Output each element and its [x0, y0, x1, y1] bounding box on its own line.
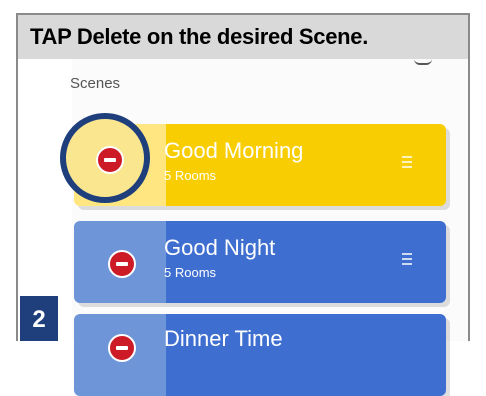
instruction-text: TAP Delete on the desired Scene. — [30, 24, 369, 49]
delete-icon[interactable] — [108, 250, 136, 278]
scene-name: Dinner Time — [164, 326, 283, 351]
scene-card-good-night[interactable]: Good Night 5 Rooms — [74, 221, 446, 303]
scene-name: Good Night — [164, 235, 276, 260]
step-number: 2 — [32, 306, 46, 333]
delete-icon[interactable] — [96, 146, 124, 174]
instruction-header: TAP Delete on the desired Scene. — [18, 15, 468, 59]
section-title: Scenes — [70, 75, 121, 92]
drag-handle-icon[interactable] — [402, 253, 412, 268]
drag-handle-icon[interactable] — [402, 156, 412, 171]
delete-icon[interactable] — [108, 334, 136, 362]
scene-card-dinner-time[interactable]: Dinner Time — [74, 314, 446, 396]
scene-room-count: 5 Rooms — [164, 168, 217, 183]
scene-name: Good Morning — [164, 138, 304, 163]
step-number-badge: 2 — [20, 296, 58, 341]
scene-room-count: 5 Rooms — [164, 265, 217, 280]
